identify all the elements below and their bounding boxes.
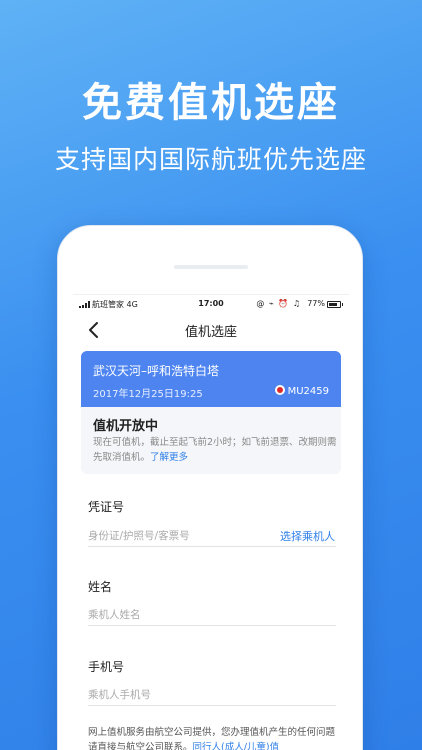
companion-checkin-link[interactable]: 同行人(成人/儿童)值 [193, 742, 280, 750]
battery-icon [327, 301, 343, 308]
flight-route: 武汉天河–呼和浩特白塔 [93, 364, 220, 378]
status-icons: @ ⌁ ⏰ ♫ [256, 299, 301, 308]
nav-bar: 值机选座 [73, 315, 349, 345]
phone-label: 手机号 [88, 660, 125, 674]
promo-subline: 支持国内国际航班优先选座 [54, 145, 367, 174]
name-label: 姓名 [88, 580, 113, 594]
learn-more-link[interactable]: 了解更多 [150, 452, 188, 463]
flight-card[interactable]: 武汉天河–呼和浩特白塔 2017年12月25日19:25 MU2459 值机开放… [81, 351, 341, 474]
checkin-status-title: 值机开放中 [93, 419, 159, 434]
checkin-status-desc: 现在可值机，截止至起飞前2小时；如飞前退票、改期则需先取消值机。了解更多 [93, 435, 337, 465]
service-notice: 网上值机服务由航空公司提供，您办理值机产生的任何问题请直接与航空公司联系。同行人… [88, 725, 338, 750]
flight-number: MU2459 [274, 385, 329, 397]
checkin-status-text: 现在可值机，截止至起飞前2小时；如飞前退票、改期则需先取消值机。 [93, 437, 337, 463]
battery-percent: 77% [307, 299, 325, 308]
page-title: 值机选座 [184, 325, 237, 340]
status-bar: 航班管家 4G 17:00 @ ⌁ ⏰ ♫ 77% [73, 295, 349, 313]
phone-speaker [174, 265, 248, 269]
phone-input[interactable] [88, 684, 336, 706]
app-screen: 航班管家 4G 17:00 @ ⌁ ⏰ ♫ 77% 值机选座 武汉天河–呼和浩特… [73, 294, 349, 750]
id-number-label: 凭证号 [88, 500, 125, 514]
airline-logo-icon [274, 385, 285, 395]
select-passenger-link[interactable]: 选择乘机人 [280, 528, 335, 544]
phone-frame: 航班管家 4G 17:00 @ ⌁ ⏰ ♫ 77% 值机选座 武汉天河–呼和浩特… [57, 225, 363, 750]
flight-header: 武汉天河–呼和浩特白塔 2017年12月25日19:25 MU2459 [81, 351, 341, 407]
flight-number-text: MU2459 [287, 386, 329, 397]
flight-datetime: 2017年12月25日19:25 [93, 389, 203, 400]
name-input[interactable] [88, 604, 336, 626]
promo-headline: 免费值机选座 [82, 80, 340, 126]
